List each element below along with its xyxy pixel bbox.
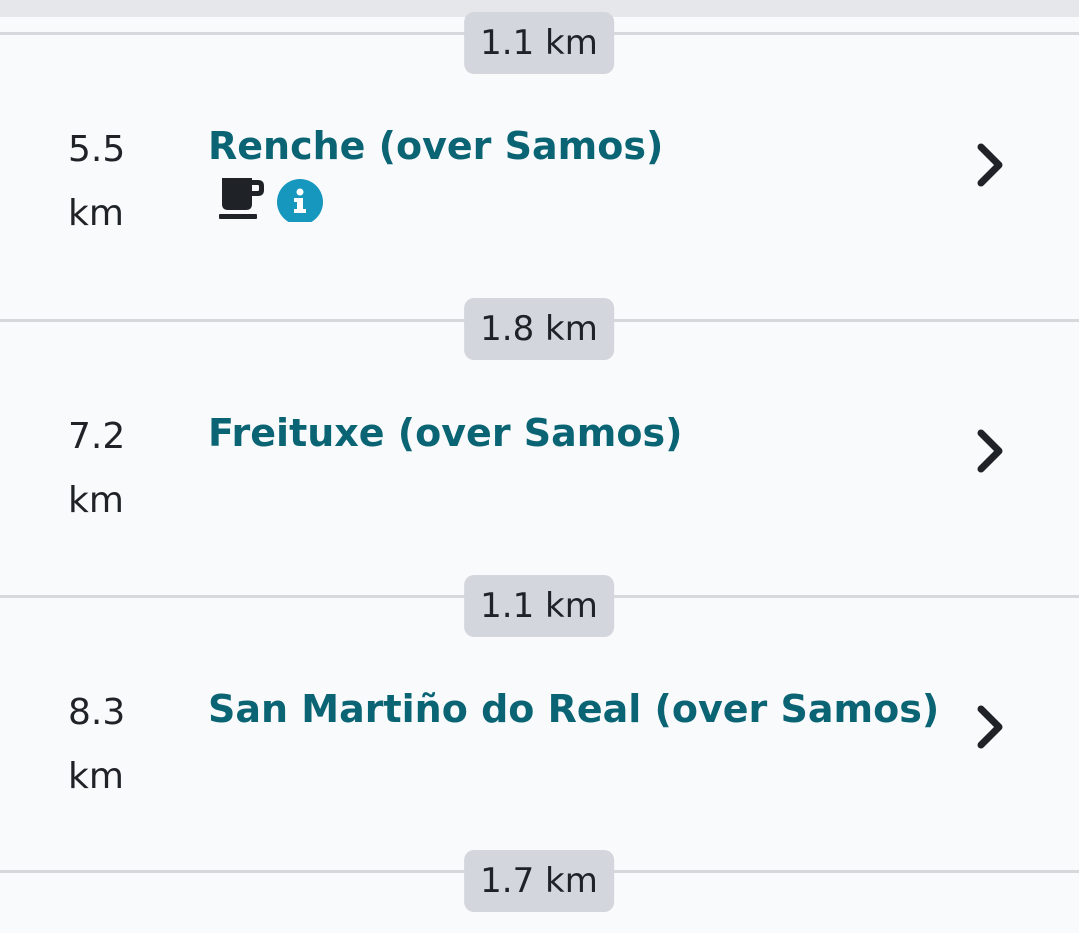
stop-row-renche[interactable]: 5.5 km Renche (over Samos) — [0, 118, 1079, 298]
chevron-right-icon[interactable] — [968, 702, 1012, 752]
stop-km-unit: km — [68, 756, 124, 797]
stop-row-freituxe[interactable]: 7.2 km Freituxe (over Samos) — [0, 405, 1079, 575]
chevron-right-icon[interactable] — [968, 426, 1012, 476]
stop-row-san-martino-do-real[interactable]: 8.3 km San Martiño do Real (over Samos) — [0, 681, 1079, 851]
stop-km-number: 7.2 — [68, 416, 126, 457]
coffee-cup-icon — [219, 178, 264, 219]
stop-km-number: 8.3 — [68, 692, 126, 733]
segment-distance-badge: 1.1 km — [464, 12, 614, 74]
stop-name[interactable]: San Martiño do Real (over Samos) — [208, 685, 939, 733]
stop-km-number: 5.5 — [68, 129, 126, 170]
stop-km-value: 7.2 km — [68, 405, 168, 533]
stop-name[interactable]: Freituxe (over Samos) — [208, 409, 682, 457]
stop-km-value: 5.5 km — [68, 118, 168, 246]
stop-km-unit: km — [68, 480, 124, 521]
chevron-right-icon[interactable] — [968, 140, 1012, 190]
segment-distance-badge: 1.8 km — [464, 298, 614, 360]
stop-name[interactable]: Renche (over Samos) — [208, 122, 663, 170]
stop-km-value: 8.3 km — [68, 681, 168, 809]
segment-distance-badge: 1.7 km — [464, 850, 614, 912]
info-icon[interactable] — [276, 174, 324, 222]
segment-distance-badge: 1.1 km — [464, 575, 614, 637]
stop-km-unit: km — [68, 193, 124, 234]
